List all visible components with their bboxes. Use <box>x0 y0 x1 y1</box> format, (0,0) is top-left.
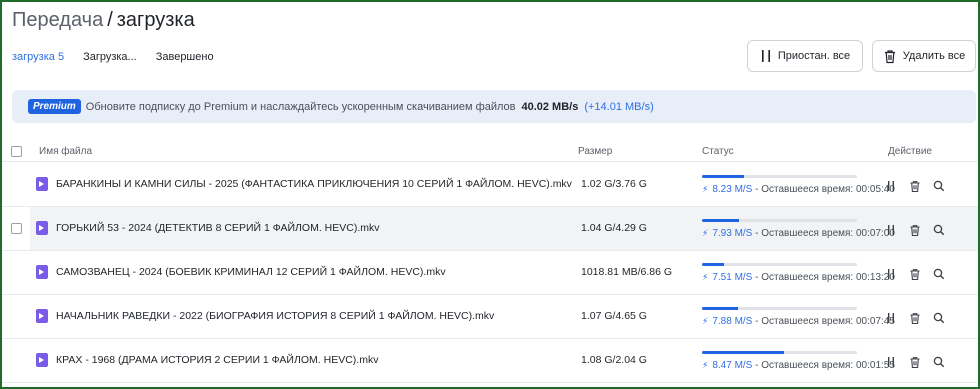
progress-bar <box>702 263 857 266</box>
row-actions <box>884 355 946 369</box>
download-speed: 8.47 M/S <box>712 360 753 371</box>
progress-fill <box>702 219 740 222</box>
row-actions <box>884 267 946 281</box>
breadcrumb: Передача / загрузка <box>12 8 195 32</box>
row-actions <box>884 311 946 325</box>
download-status: ⚡ 7.88 M/S - Оставшееся время: 00:07:45 <box>702 316 895 327</box>
progress-fill <box>702 307 738 310</box>
pause-all-label: Приостан. все <box>777 50 851 62</box>
breadcrumb-separator: / <box>107 9 113 31</box>
search-icon[interactable] <box>932 179 946 193</box>
bolt-icon: ⚡ <box>702 272 709 282</box>
pause-icon <box>760 49 772 63</box>
bolt-icon: ⚡ <box>702 228 709 238</box>
progress-fill <box>702 175 744 178</box>
video-file-icon <box>36 353 48 367</box>
row-checkbox[interactable] <box>11 223 22 234</box>
premium-banner[interactable]: Premium Обновите подписку до Premium и н… <box>12 90 976 123</box>
download-row[interactable]: НАЧАЛЬНИК РАВЕДКИ - 2022 (БИОГРАФИЯ ИСТО… <box>0 295 980 339</box>
row-actions <box>884 223 946 237</box>
banner-speed: 40.02 MB/s <box>521 100 579 113</box>
page-title: загрузка <box>116 9 195 31</box>
pause-icon[interactable] <box>884 267 898 281</box>
download-status: ⚡ 7.93 M/S - Оставшееся время: 00:07:00 <box>702 228 895 239</box>
pause-icon[interactable] <box>884 179 898 193</box>
video-file-icon <box>36 309 48 323</box>
progress-bar <box>702 175 857 178</box>
banner-text: Обновите подписку до Premium и наслаждай… <box>85 100 516 113</box>
download-speed: 7.93 M/S <box>712 228 753 239</box>
download-status: ⚡ 7.51 M/S - Оставшееся время: 00:13:20 <box>702 272 895 283</box>
tab-downloads[interactable]: загрузка 5 <box>12 51 64 63</box>
row-actions <box>884 179 946 193</box>
search-icon[interactable] <box>932 223 946 237</box>
file-size: 1.02 G/3.76 G <box>581 178 647 190</box>
status-prefix: - Оставшееся время: <box>755 360 854 371</box>
download-speed: 7.88 M/S <box>712 316 753 327</box>
bolt-icon: ⚡ <box>702 360 709 370</box>
download-speed: 7.51 M/S <box>712 272 753 283</box>
progress-fill <box>702 263 724 266</box>
trash-icon <box>883 49 897 64</box>
pause-icon[interactable] <box>884 311 898 325</box>
file-name: БАРАНКИНЫ И КАМНИ СИЛЫ - 2025 (ФАНТАСТИК… <box>56 178 572 190</box>
file-name: НАЧАЛЬНИК РАВЕДКИ - 2022 (БИОГРАФИЯ ИСТО… <box>56 310 495 322</box>
file-size: 1018.81 MB/6.86 G <box>581 266 673 278</box>
bolt-icon: ⚡ <box>702 184 709 194</box>
bolt-icon: ⚡ <box>702 316 709 326</box>
trash-icon[interactable] <box>908 311 922 325</box>
download-status: ⚡ 8.23 M/S - Оставшееся время: 00:05:40 <box>702 184 895 195</box>
status-prefix: - Оставшееся время: <box>755 272 854 283</box>
pause-icon[interactable] <box>884 355 898 369</box>
file-name: КРАХ - 1968 (ДРАМА ИСТОРИЯ 2 СЕРИИ 1 ФАЙ… <box>56 354 379 366</box>
download-status: ⚡ 8.47 M/S - Оставшееся время: 00:01:55 <box>702 360 895 371</box>
breadcrumb-parent[interactable]: Передача <box>12 9 103 31</box>
progress-bar <box>702 219 857 222</box>
column-status: Статус <box>702 146 734 157</box>
pause-icon[interactable] <box>884 223 898 237</box>
status-prefix: - Оставшееся время: <box>755 316 854 327</box>
progress-bar <box>702 307 857 310</box>
tab-completed[interactable]: Завершено <box>156 51 214 63</box>
video-file-icon <box>36 221 48 235</box>
download-row[interactable]: КРАХ - 1968 (ДРАМА ИСТОРИЯ 2 СЕРИИ 1 ФАЙ… <box>0 339 980 383</box>
trash-icon[interactable] <box>908 179 922 193</box>
trash-icon[interactable] <box>908 355 922 369</box>
file-size: 1.04 G/4.29 G <box>581 222 647 234</box>
progress-fill <box>702 351 785 354</box>
download-row[interactable]: САМОЗВАНЕЦ - 2024 (БОЕВИК КРИМИНАЛ 12 СЕ… <box>0 251 980 295</box>
video-file-icon <box>36 265 48 279</box>
delete-all-label: Удалить все <box>902 50 966 62</box>
search-icon[interactable] <box>932 355 946 369</box>
video-file-icon <box>36 177 48 191</box>
status-prefix: - Оставшееся время: <box>755 228 854 239</box>
trash-icon[interactable] <box>908 267 922 281</box>
file-size: 1.08 G/2.04 G <box>581 354 647 366</box>
trash-icon[interactable] <box>908 223 922 237</box>
banner-bonus-speed: (+14.01 MB/s) <box>584 100 654 113</box>
pause-all-button[interactable]: Приостан. все <box>747 40 863 72</box>
file-name: САМОЗВАНЕЦ - 2024 (БОЕВИК КРИМИНАЛ 12 СЕ… <box>56 266 446 278</box>
file-size: 1.07 G/4.65 G <box>581 310 647 322</box>
download-row[interactable]: ГОРЬКИЙ 53 - 2024 (ДЕТЕКТИВ 8 СЕРИЙ 1 ФА… <box>0 207 980 251</box>
column-action: Действие <box>888 146 932 157</box>
tab-bar: загрузка 5 Загрузка... Завершено <box>12 51 233 63</box>
table-header: Имя файла Размер Статус Действие <box>0 140 980 162</box>
premium-badge: Premium <box>28 99 81 114</box>
select-all-checkbox[interactable] <box>11 146 22 157</box>
delete-all-button[interactable]: Удалить все <box>872 40 976 72</box>
file-name: ГОРЬКИЙ 53 - 2024 (ДЕТЕКТИВ 8 СЕРИЙ 1 ФА… <box>56 222 380 234</box>
progress-bar <box>702 351 857 354</box>
search-icon[interactable] <box>932 311 946 325</box>
column-name: Имя файла <box>39 146 93 157</box>
tab-downloading[interactable]: Загрузка... <box>83 51 137 63</box>
download-speed: 8.23 M/S <box>712 184 753 195</box>
column-size: Размер <box>578 146 613 157</box>
status-prefix: - Оставшееся время: <box>755 184 854 195</box>
search-icon[interactable] <box>932 267 946 281</box>
download-row[interactable]: БАРАНКИНЫ И КАМНИ СИЛЫ - 2025 (ФАНТАСТИК… <box>0 163 980 207</box>
